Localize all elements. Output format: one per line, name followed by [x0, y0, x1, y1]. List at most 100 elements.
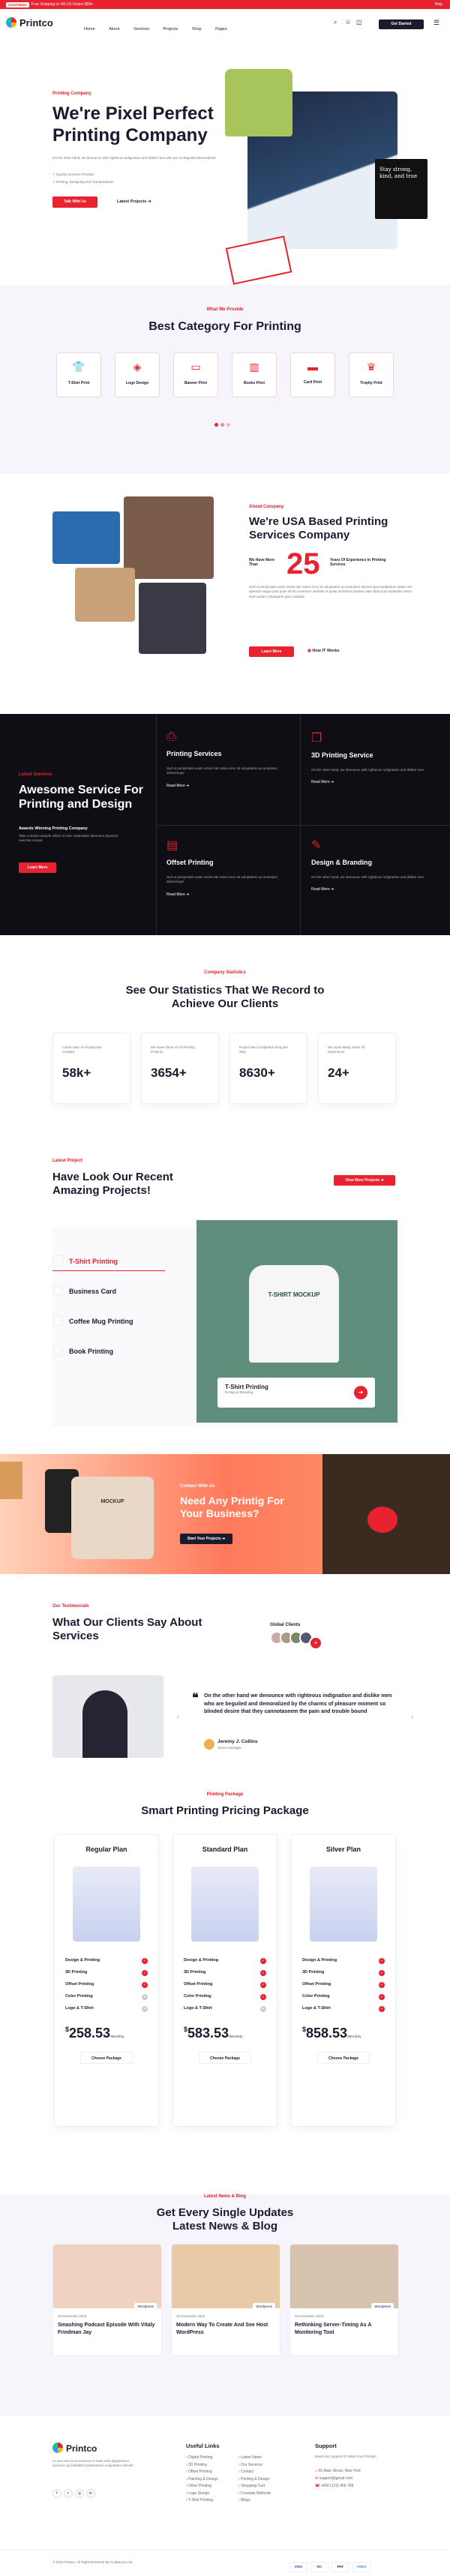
cta-title: Need Any Printig For Your Business? — [180, 1495, 284, 1519]
category-card[interactable]: ▭ Banner Print — [173, 352, 218, 397]
service-read-more-link[interactable]: Read More ➜ — [311, 780, 435, 784]
news-title[interactable]: Smashing Podcast Episode With Vitaly Fri… — [53, 2319, 161, 2336]
cross-icon: ✕ — [142, 1994, 148, 2000]
footer-link[interactable]: › Painting & Design — [186, 2476, 218, 2484]
search-icon[interactable]: ⌕ — [334, 19, 337, 26]
hero-paper-image — [225, 235, 292, 285]
payment-card-icon: AMEX — [352, 2562, 370, 2572]
nav-item-home[interactable]: Home — [84, 27, 95, 31]
stat-label: Active User on Product Be Created — [62, 1045, 102, 1054]
footer-link[interactable]: › T-Shirt Printing — [186, 2497, 218, 2505]
instagram-icon[interactable]: ◎ — [75, 2489, 84, 2498]
start-projects-button[interactable]: Start Your Projects ➜ — [180, 1534, 232, 1544]
how-it-works-link[interactable]: ◉ How IT Works — [308, 649, 340, 653]
service-card-offset[interactable]: ▤ Offset Printing Sed ut perspiciatis un… — [166, 838, 290, 897]
footer-link[interactable]: › Other Printing — [186, 2483, 218, 2491]
choose-package-button[interactable]: Choose Package — [199, 2052, 251, 2064]
footer-link[interactable]: › Latest News — [238, 2455, 271, 2462]
nav-item-services[interactable]: Services — [134, 27, 149, 31]
facebook-icon[interactable]: f — [52, 2489, 62, 2498]
footer-links-col-2: › Latest News › Our Services › Contact › Pr… — [238, 2455, 271, 2505]
project-list-item[interactable]: Business Card — [52, 1284, 188, 1314]
category-card[interactable]: ▥ Books Print — [232, 352, 277, 397]
service-card-printing[interactable]: ⎙ Printing Services Sed ut perspiciatis … — [166, 730, 290, 788]
footer-link[interactable]: › Blogs — [238, 2497, 271, 2505]
choose-package-button[interactable]: Choose Package — [317, 2052, 370, 2064]
services-learn-more-button[interactable]: Learn More — [19, 862, 56, 873]
payment-card-icon: PAY — [332, 2562, 350, 2572]
news-title[interactable]: Rethinking Server-Timing As A Monitoring… — [290, 2319, 398, 2336]
card-icon: ▬ — [308, 361, 318, 373]
category-card[interactable]: ▬ Card Print — [290, 352, 335, 397]
nav-item-pages[interactable]: Pages — [215, 27, 227, 31]
plan-period: /Monthly — [110, 2035, 124, 2038]
category-card[interactable]: ◈ Logo Design — [115, 352, 160, 397]
project-list-item[interactable]: Book Printing — [52, 1344, 188, 1374]
about-learn-more-button[interactable]: Learn More — [249, 646, 294, 657]
footer-link[interactable]: › Our Services — [238, 2462, 271, 2470]
plus-icon[interactable]: + — [309, 1636, 322, 1650]
footer-link[interactable]: › 3D Printing — [186, 2462, 218, 2470]
view-more-projects-button[interactable]: View More Projects ➜ — [334, 1175, 395, 1186]
news-card[interactable]: Wordpress 25 November 2023 Rethinking Serv… — [290, 2244, 399, 2356]
plan-feature-row: Color Printing ✓ — [302, 1994, 385, 2000]
footer-brand[interactable]: Printco — [66, 2443, 97, 2454]
testimonial-person — [82, 1690, 128, 1758]
plan-illustration — [191, 1867, 259, 1942]
footer-link[interactable]: › Fountain Methods — [238, 2491, 271, 2498]
category-card[interactable]: 👕 T-Shirt Print — [56, 352, 101, 397]
news-section: Latest News & Blog Get Every Single Upda… — [0, 2194, 450, 2416]
footer-support-title: Support — [315, 2443, 337, 2449]
footer-link[interactable]: › Contact — [238, 2469, 271, 2476]
about-years-text: Years Of Experience In Printing Services — [330, 558, 386, 567]
menu-icon[interactable]: ☰ — [434, 19, 440, 27]
chevron-right-icon[interactable]: › — [411, 1713, 413, 1721]
plan-illustration — [310, 1867, 377, 1942]
cart-icon[interactable]: ◫ — [356, 19, 362, 25]
service-card-design[interactable]: ✎ Design & Branding On the other hand, w… — [311, 838, 435, 892]
choose-package-button[interactable]: Choose Package — [80, 2052, 133, 2064]
footer-link[interactable]: › Printing & Design — [238, 2476, 271, 2484]
news-card[interactable]: Wordpress 25 November 2023 Modern Way To C… — [171, 2244, 280, 2356]
top-bar-help[interactable]: Help — [435, 2, 442, 7]
logo-icon[interactable] — [6, 17, 16, 28]
nav-item-about[interactable]: About — [109, 27, 119, 31]
service-read-more-link[interactable]: Read More ➜ — [166, 892, 290, 897]
footer-logo-icon[interactable] — [52, 2443, 63, 2453]
arrow-right-icon[interactable]: ➜ — [354, 1386, 368, 1399]
news-tag[interactable]: Wordpress — [134, 2303, 157, 2310]
service-read-more-link[interactable]: Read More ➜ — [166, 784, 290, 788]
get-started-button[interactable]: Get Started — [379, 19, 424, 29]
nav-item-shop[interactable]: Shop — [192, 27, 202, 31]
category-card[interactable]: ♛ Trophy Print — [349, 352, 394, 397]
pagination-dot[interactable] — [220, 423, 224, 427]
twitter-icon[interactable]: t — [64, 2489, 73, 2498]
talk-with-us-button[interactable]: Talk With Us — [52, 196, 98, 208]
quote-icon: ❝ — [192, 1692, 199, 1705]
pagination-dot[interactable] — [226, 423, 230, 427]
news-card[interactable]: Wordpress 25 November 2023 Smashing Podcas… — [52, 2244, 162, 2356]
footer-phone[interactable]: ☎ +000 (123) 456 789 — [315, 2483, 353, 2491]
user-icon[interactable]: ☺ — [345, 19, 351, 25]
footer-email[interactable]: ✉ support@gmail.com — [315, 2476, 352, 2483]
linkedin-icon[interactable]: in — [86, 2489, 95, 2498]
news-title[interactable]: Modern Way To Create And See Host WordPr… — [172, 2319, 280, 2336]
service-read-more-link[interactable]: Read More ➜ — [311, 887, 435, 892]
latest-projects-link[interactable]: Latest Projects ➜ — [117, 199, 152, 204]
project-list-item[interactable]: Coffee Mug Printing — [52, 1314, 188, 1344]
news-tag[interactable]: Wordpress — [371, 2303, 394, 2310]
nav-item-projects[interactable]: Projects — [164, 27, 178, 31]
pen-icon: ✎ — [311, 839, 322, 852]
footer-link[interactable]: › Offset Printing — [186, 2469, 218, 2476]
service-card-3d[interactable]: ❒ 3D Printing Service On the other hand,… — [311, 730, 435, 784]
footer-link[interactable]: › Logo Design — [186, 2491, 218, 2498]
pagination-dot[interactable] — [214, 423, 218, 427]
project-list-item[interactable]: T-Shirt Printing — [52, 1254, 188, 1284]
reviewer-avatar — [204, 1739, 214, 1750]
footer-link[interactable]: › Shopping Cart — [238, 2483, 271, 2491]
brand-name[interactable]: Printco — [20, 17, 53, 28]
plan-feature-label: Offset Printing — [65, 1982, 94, 1987]
chevron-left-icon[interactable]: ‹ — [177, 1713, 179, 1721]
footer-link[interactable]: › Digital Printing — [186, 2455, 218, 2462]
news-tag[interactable]: Wordpress — [253, 2303, 275, 2310]
